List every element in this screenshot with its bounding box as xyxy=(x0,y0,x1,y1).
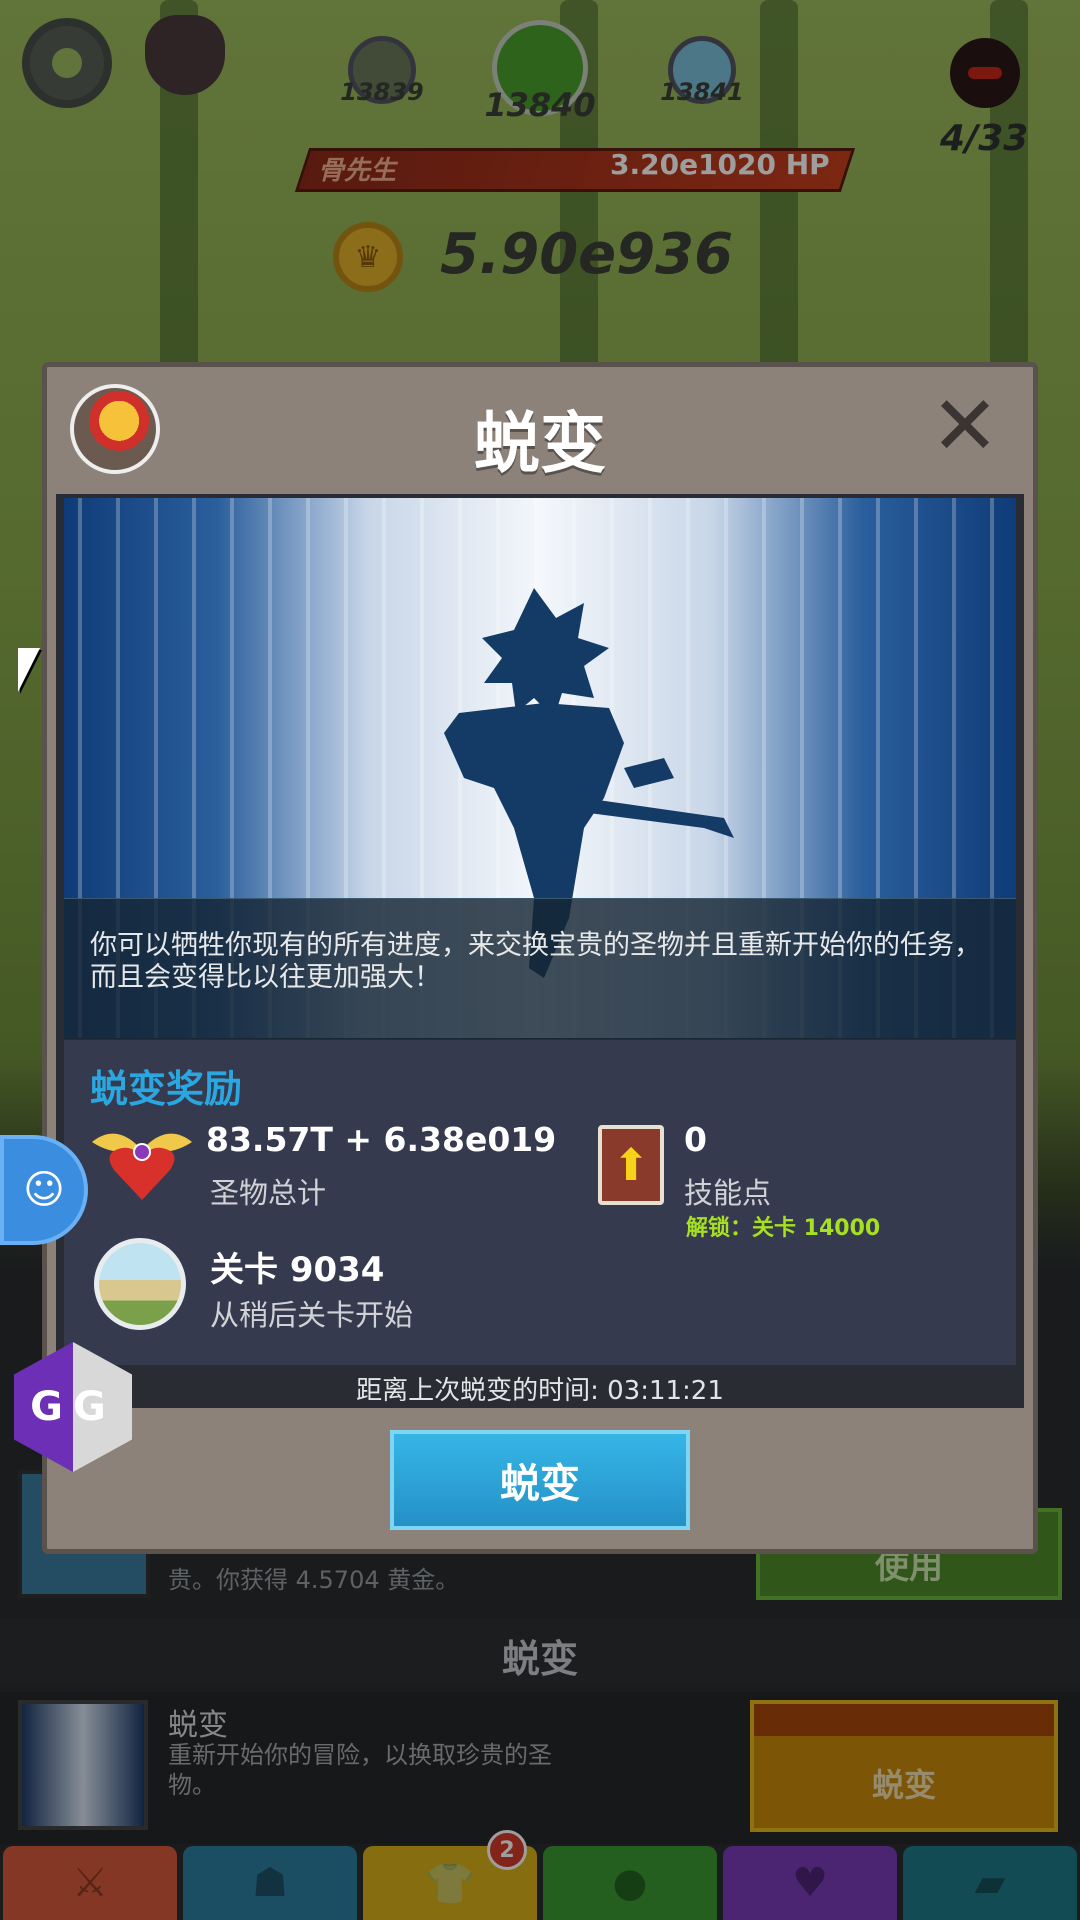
relic-total-value: 83.57T + 6.38e019 xyxy=(206,1120,557,1159)
skill-points-label: 技能点 xyxy=(684,1176,772,1210)
reward-section-title: 蜕变奖励 xyxy=(90,1067,243,1111)
skill-points-value: 0 xyxy=(684,1120,707,1159)
start-stage-value: 关卡 9034 xyxy=(210,1250,385,1290)
close-icon[interactable]: ✕ xyxy=(930,386,1000,468)
prestige-description: 你可以牺牲你现有的所有进度，来交换宝贵的圣物并且重新开始你的任务，而且会变得比以… xyxy=(90,930,981,993)
relic-heart-icon xyxy=(92,1133,192,1200)
relic-total-label: 圣物总计 xyxy=(210,1176,327,1210)
mouse-cursor-icon xyxy=(18,648,40,692)
prestige-button[interactable]: 蜕变 xyxy=(390,1430,690,1530)
start-stage-label: 从稍后关卡开始 xyxy=(210,1298,414,1332)
prestige-timer: 距离上次蜕变的时间: 03:11:21 xyxy=(356,1376,724,1406)
modal-title: 蜕变 xyxy=(474,405,606,482)
landscape-icon xyxy=(94,1238,186,1330)
skill-book-icon: ⬆ xyxy=(598,1125,664,1205)
skill-points-unlock: 解锁：关卡 14000 xyxy=(686,1216,881,1241)
